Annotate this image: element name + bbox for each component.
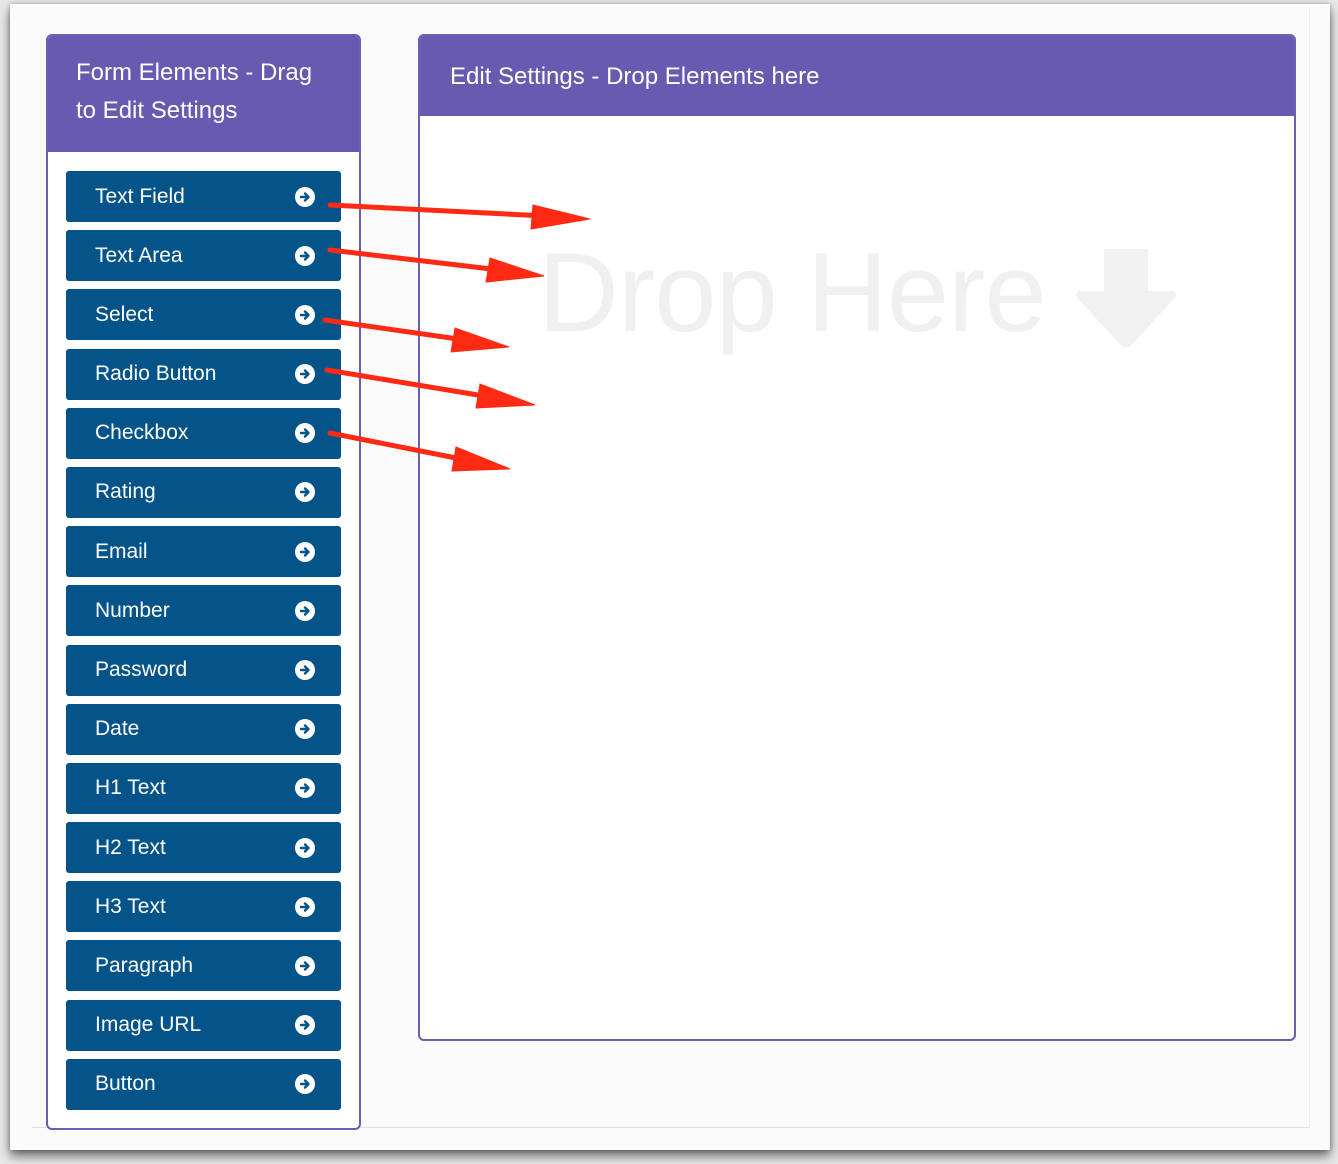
element-label: Image URL xyxy=(95,1013,202,1037)
arrow-down-icon xyxy=(1075,248,1176,347)
edit-settings-panel: Edit Settings - Drop Elements here Drop … xyxy=(418,34,1296,1041)
arrow-circle-right-icon xyxy=(295,778,315,799)
element-label: Number xyxy=(95,598,170,622)
drop-here-placeholder: Drop Here xyxy=(538,228,1178,357)
element-label: Checkbox xyxy=(95,421,189,445)
element-password[interactable]: Password xyxy=(66,644,341,696)
element-label: Radio Button xyxy=(95,362,217,386)
element-label: Button xyxy=(95,1072,156,1096)
element-text-field[interactable]: Text Field xyxy=(66,171,341,222)
form-elements-title-line2: to Edit Settings xyxy=(76,97,238,124)
drop-zone[interactable]: Drop Here xyxy=(420,116,1294,1039)
element-label: Password xyxy=(95,658,188,681)
arrow-circle-right-icon xyxy=(295,955,315,976)
form-elements-panel: Form Elements - Drag to Edit Settings Te… xyxy=(46,34,361,1130)
element-date[interactable]: Date xyxy=(66,703,341,755)
drop-here-text: Drop Here xyxy=(538,230,1047,355)
element-label: H3 Text xyxy=(95,894,166,918)
element-label: Email xyxy=(95,539,148,563)
element-h2-text[interactable]: H2 Text xyxy=(66,822,341,874)
element-h1-text[interactable]: H1 Text xyxy=(66,762,341,814)
arrow-circle-right-icon xyxy=(295,423,315,444)
arrow-circle-right-icon xyxy=(295,1015,315,1036)
element-label: Select xyxy=(95,302,154,326)
arrow-circle-right-icon xyxy=(295,186,315,207)
element-text-area[interactable]: Text Area xyxy=(66,230,341,282)
arrow-circle-right-icon xyxy=(295,1074,315,1095)
element-label: Text Field xyxy=(95,184,185,208)
element-label: Paragraph xyxy=(95,953,194,977)
element-number[interactable]: Number xyxy=(66,585,341,637)
element-label: Date xyxy=(95,717,140,741)
arrow-circle-right-icon xyxy=(295,482,315,503)
element-select[interactable]: Select xyxy=(66,289,341,341)
element-label: H2 Text xyxy=(95,835,166,859)
arrow-circle-right-icon xyxy=(295,600,315,621)
edit-settings-title: Edit Settings - Drop Elements here xyxy=(450,63,820,90)
element-label: Rating xyxy=(95,480,156,504)
arrow-circle-right-icon xyxy=(295,837,315,858)
form-elements-header: Form Elements - Drag to Edit Settings xyxy=(48,36,359,152)
element-label: H1 Text xyxy=(95,776,166,800)
element-label: Text Area xyxy=(95,243,183,267)
form-elements-title-line1: Form Elements - Drag xyxy=(76,59,313,86)
arrow-circle-right-icon xyxy=(295,541,315,562)
arrow-circle-right-icon xyxy=(295,660,315,680)
edit-settings-header: Edit Settings - Drop Elements here xyxy=(420,36,1294,116)
arrow-circle-right-icon xyxy=(295,364,315,385)
element-rating[interactable]: Rating xyxy=(66,466,341,518)
element-button[interactable]: Button xyxy=(66,1058,341,1110)
element-paragraph[interactable]: Paragraph xyxy=(66,940,341,992)
element-email[interactable]: Email xyxy=(66,526,341,578)
form-elements-list: Text Field Text Area Select Radio Button… xyxy=(48,152,359,1110)
arrow-circle-right-icon xyxy=(295,304,315,325)
arrow-circle-right-icon xyxy=(295,245,315,266)
element-radio-button[interactable]: Radio Button xyxy=(66,348,341,400)
element-h3-text[interactable]: H3 Text xyxy=(66,881,341,933)
element-checkbox[interactable]: Checkbox xyxy=(66,407,341,459)
element-image-url[interactable]: Image URL xyxy=(66,999,341,1051)
arrow-circle-right-icon xyxy=(295,719,315,740)
arrow-circle-right-icon xyxy=(295,896,315,917)
